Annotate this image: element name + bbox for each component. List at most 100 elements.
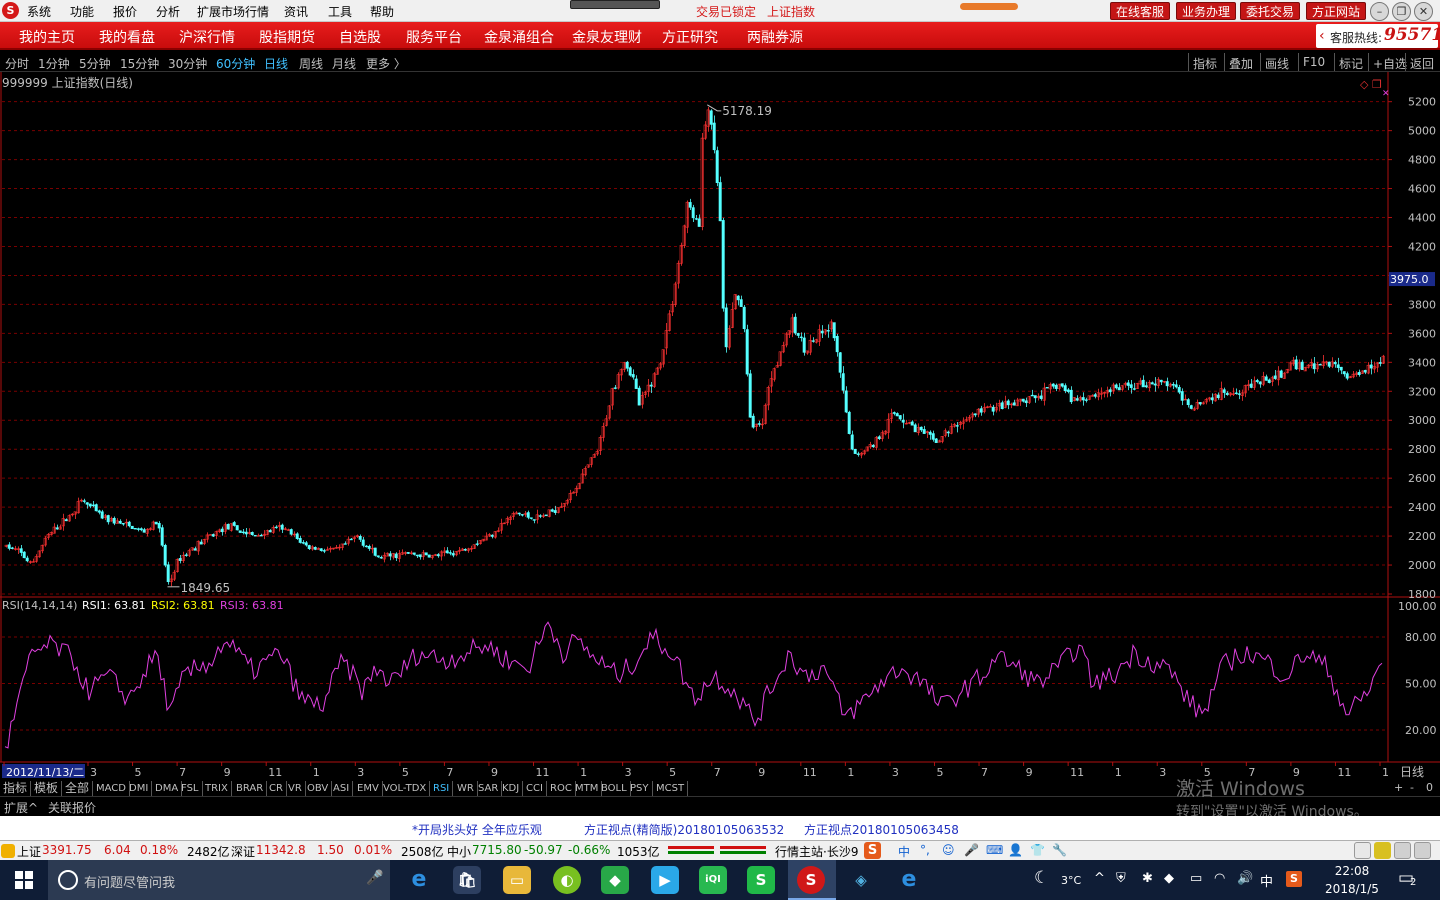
store-icon[interactable]: 🛍 bbox=[453, 866, 481, 894]
online-service-button[interactable]: 在线客服 bbox=[1110, 2, 1171, 20]
volume-icon[interactable]: 🔊 bbox=[1237, 871, 1253, 886]
tab-fsl[interactable]: FSL bbox=[178, 781, 203, 796]
close-icon[interactable]: ✕ bbox=[1414, 2, 1433, 21]
monitor-icon[interactable]: ▭ bbox=[1190, 871, 1202, 886]
tab-mcst[interactable]: MCST bbox=[653, 781, 689, 796]
ime-tools-icon[interactable]: 🔧 bbox=[1052, 843, 1067, 857]
ime-user-icon[interactable]: 👤 bbox=[1008, 843, 1023, 857]
video-play-icon[interactable]: ▶ bbox=[651, 866, 679, 894]
tab-all[interactable]: 全部 bbox=[62, 781, 94, 796]
nav-watchlist[interactable]: 自选股 bbox=[339, 27, 381, 47]
menu-help[interactable]: 帮助 bbox=[370, 3, 394, 20]
tray-settings-icon[interactable] bbox=[1394, 842, 1411, 859]
nav-service[interactable]: 服务平台 bbox=[406, 27, 462, 47]
app-s-icon[interactable]: S bbox=[747, 866, 775, 894]
tab-psy[interactable]: PSY bbox=[627, 781, 653, 796]
ime-voice-icon[interactable]: 🎤 bbox=[964, 843, 979, 857]
ime-skin-icon[interactable]: 👕 bbox=[1030, 843, 1045, 857]
menu-extended-market[interactable]: 扩展市场行情 bbox=[197, 3, 269, 20]
news-item[interactable]: 方正视点20180105063458 bbox=[804, 821, 959, 838]
chart-toggle-icon[interactable]: ◇ ❐ bbox=[1360, 78, 1382, 91]
menu-analysis[interactable]: 分析 bbox=[156, 3, 180, 20]
period-daily[interactable]: 日线 bbox=[264, 55, 288, 72]
ime-punct-icon[interactable]: °, bbox=[920, 843, 930, 857]
period-monthly[interactable]: 月线 bbox=[332, 55, 356, 72]
extend-toggle[interactable]: 扩展^ bbox=[4, 799, 38, 816]
app-green-icon[interactable]: ◆ bbox=[601, 866, 629, 894]
sogou-tray-icon[interactable]: S bbox=[1286, 871, 1302, 887]
tray-app-icon[interactable] bbox=[1354, 842, 1371, 859]
bluetooth-icon[interactable]: ✱ bbox=[1142, 871, 1153, 886]
ime-emoji-icon[interactable]: ☺ bbox=[942, 843, 955, 857]
minimize-icon[interactable]: – bbox=[1370, 2, 1389, 21]
ime-keyboard-icon[interactable]: ⌨ bbox=[986, 843, 1003, 857]
zoom-out-button[interactable]: - bbox=[1410, 781, 1414, 794]
tab-dmi[interactable]: DMI bbox=[126, 781, 153, 796]
nav-research[interactable]: 方正研究 bbox=[662, 27, 718, 47]
menu-quote[interactable]: 报价 bbox=[113, 3, 137, 20]
network-app-icon[interactable]: ◆ bbox=[1164, 871, 1174, 886]
windows-start-icon[interactable] bbox=[2, 864, 46, 896]
taskbar-clock[interactable]: 22:08 2018/1/5 bbox=[1322, 862, 1382, 898]
website-button[interactable]: 方正网站 bbox=[1306, 2, 1367, 20]
tab-kdj[interactable]: KDJ bbox=[499, 781, 524, 796]
menu-news[interactable]: 资讯 bbox=[284, 3, 308, 20]
toolbar-overlay[interactable]: 叠加 bbox=[1224, 53, 1257, 71]
toolbar-f10[interactable]: F10 bbox=[1298, 53, 1329, 71]
tab-rsi[interactable]: RSI bbox=[430, 781, 454, 796]
news-item[interactable]: 方正视点(精简版)20180105063532 bbox=[584, 821, 784, 838]
founder-app-icon[interactable]: S bbox=[797, 866, 825, 894]
zoom-in-button[interactable]: + bbox=[1394, 781, 1403, 794]
volume-slider[interactable] bbox=[960, 3, 1018, 10]
menu-tools[interactable]: 工具 bbox=[328, 3, 352, 20]
restore-icon[interactable]: ❐ bbox=[1392, 2, 1411, 21]
tab-vr[interactable]: VR bbox=[285, 781, 306, 796]
nav-finance[interactable]: 金泉友理财 bbox=[572, 27, 642, 47]
tab-asi[interactable]: ASI bbox=[330, 781, 354, 796]
nav-portfolio[interactable]: 金泉涌组合 bbox=[484, 27, 554, 47]
folder-icon[interactable]: ▭ bbox=[503, 866, 531, 894]
period-60min[interactable]: 60分钟 bbox=[216, 55, 255, 72]
period-timeshare[interactable]: 分时 bbox=[5, 55, 29, 72]
toolbar-indicator[interactable]: 指标 bbox=[1188, 53, 1221, 71]
app-chart-icon[interactable]: ◈ bbox=[847, 866, 875, 894]
tab-template[interactable]: 模板 bbox=[31, 781, 63, 796]
period-more[interactable]: 更多 〉 bbox=[366, 55, 406, 72]
trade-button[interactable]: 委托交易 bbox=[1240, 2, 1301, 20]
period-weekly[interactable]: 周线 bbox=[299, 55, 323, 72]
zoom-reset-button[interactable]: 0 bbox=[1426, 781, 1433, 794]
taskbar-search[interactable]: 有问题尽管问我 🎤 bbox=[48, 860, 390, 900]
business-button[interactable]: 业务办理 bbox=[1176, 2, 1237, 20]
nav-watch[interactable]: 我的看盘 bbox=[99, 27, 155, 47]
shield-icon[interactable]: ⛨ bbox=[1116, 871, 1126, 886]
kline-chart[interactable]: 1800200022002400260028003000320034003600… bbox=[0, 72, 1440, 780]
title-scroll-handle[interactable] bbox=[570, 0, 660, 9]
period-15min[interactable]: 15分钟 bbox=[120, 55, 159, 72]
period-1min[interactable]: 1分钟 bbox=[38, 55, 70, 72]
ime-mode-icon[interactable]: 中 bbox=[898, 843, 910, 860]
ie-icon[interactable]: e bbox=[895, 866, 923, 894]
nav-futures[interactable]: 股指期货 bbox=[259, 27, 315, 47]
tab-cr[interactable]: CR bbox=[266, 781, 287, 796]
app-ball-icon[interactable]: ◐ bbox=[553, 866, 581, 894]
tray-msg-icon[interactable] bbox=[1374, 842, 1391, 859]
menu-function[interactable]: 功能 bbox=[70, 3, 94, 20]
nav-margin[interactable]: 两融券源 bbox=[747, 27, 803, 47]
nav-market[interactable]: 沪深行情 bbox=[179, 27, 235, 47]
toolbar-back[interactable]: 返回 bbox=[1405, 53, 1438, 71]
tab-macd[interactable]: MACD bbox=[93, 781, 130, 796]
sogou-ime-icon[interactable]: S bbox=[864, 842, 881, 859]
iqiyi-icon[interactable]: iQI bbox=[699, 866, 727, 894]
tab-cci[interactable]: CCI bbox=[523, 781, 547, 796]
microphone-icon[interactable]: 🎤 bbox=[366, 870, 383, 886]
tab-trix[interactable]: TRIX bbox=[202, 781, 232, 796]
tab-vol-tdx[interactable]: VOL-TDX bbox=[380, 781, 431, 796]
weather-moon-icon[interactable]: ☾ bbox=[1034, 868, 1049, 888]
menu-system[interactable]: 系统 bbox=[27, 3, 51, 20]
tray-options-icon[interactable] bbox=[1414, 842, 1431, 859]
news-item[interactable]: *开局兆头好 全年应乐观 bbox=[412, 821, 542, 838]
tab-brar[interactable]: BRAR bbox=[233, 781, 268, 796]
related-quote-tab[interactable]: 关联报价 bbox=[48, 799, 96, 816]
toolbar-draw[interactable]: 画线 bbox=[1260, 53, 1293, 71]
tab-boll[interactable]: BOLL bbox=[598, 781, 631, 796]
